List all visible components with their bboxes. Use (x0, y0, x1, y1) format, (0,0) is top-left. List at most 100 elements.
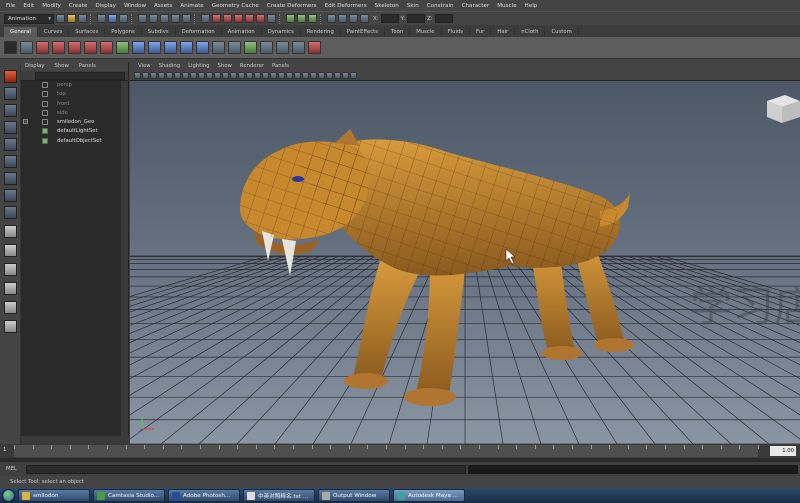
outliner-menu-show[interactable]: Show (55, 62, 69, 71)
shelf-tab-general[interactable]: General (4, 27, 38, 37)
viewport-menu-renderer[interactable]: Renderer (236, 62, 268, 71)
viewport-tool-icon[interactable] (214, 72, 221, 79)
viewport-tool-icon[interactable] (350, 72, 357, 79)
outliner-search-input[interactable] (35, 72, 125, 80)
viewport-tool-icon[interactable] (182, 72, 189, 79)
viewport-tool-icon[interactable] (158, 72, 165, 79)
y-field[interactable] (407, 14, 426, 23)
viewport-tool-icon[interactable] (174, 72, 181, 79)
view-cube[interactable] (767, 95, 800, 123)
render-settings-icon[interactable] (234, 14, 243, 23)
viewport-tool-icon[interactable] (294, 72, 301, 79)
viewport-tool-icon[interactable] (166, 72, 173, 79)
outliner-vertical-scrollbar[interactable] (121, 81, 128, 437)
viewport-menu-lighting[interactable]: Lighting (184, 62, 213, 71)
nurbs-cube-icon[interactable] (148, 41, 161, 54)
history-icon[interactable] (201, 14, 210, 23)
shelf-tab-surfaces[interactable]: Surfaces (69, 27, 106, 37)
timeline-track[interactable] (14, 445, 759, 457)
viewport-menu-view[interactable]: View (134, 62, 155, 71)
primitive-sphere-icon[interactable] (36, 41, 49, 54)
lattice-icon[interactable] (276, 41, 289, 54)
menu-set-dropdown[interactable]: Animation ▾ (4, 13, 54, 24)
save-scene-icon[interactable] (78, 14, 87, 23)
show-channel-box-icon[interactable] (308, 14, 317, 23)
viewport-tool-icon[interactable] (246, 72, 253, 79)
taskbar-button[interactable]: 中英对照释名.txt ... (243, 489, 315, 502)
outliner-menu-display[interactable]: Display (25, 62, 45, 71)
z-field[interactable] (434, 14, 453, 23)
end-frame-field[interactable]: 1.00 (770, 446, 796, 456)
shelf-tab-rendering[interactable]: Rendering (301, 27, 341, 37)
viewport-tool-icon[interactable] (230, 72, 237, 79)
smilodon-model[interactable] (239, 129, 634, 406)
ik-handle-icon[interactable] (260, 41, 273, 54)
menu-item-edit-deformers[interactable]: Edit Deformers (321, 3, 371, 9)
universal-manipulator-icon[interactable] (3, 172, 17, 185)
new-scene-icon[interactable] (56, 14, 65, 23)
light-icon[interactable] (244, 41, 257, 54)
primitive-cube-icon[interactable] (52, 41, 65, 54)
viewport-tool-icon[interactable] (334, 72, 341, 79)
cluster-icon[interactable] (292, 41, 305, 54)
viewport-menu-panels[interactable]: Panels (268, 62, 293, 71)
viewport-tool-icon[interactable] (238, 72, 245, 79)
viewport-tool-icon[interactable] (222, 72, 229, 79)
menu-item-display[interactable]: Display (91, 3, 120, 9)
viewport-tool-icon[interactable] (254, 72, 261, 79)
text-icon[interactable] (228, 41, 241, 54)
snap-point-icon[interactable] (160, 14, 169, 23)
outliner-item[interactable]: defaultLightSet (21, 127, 128, 136)
primitive-torus-icon[interactable] (116, 41, 129, 54)
outliner-menu-panels[interactable]: Panels (79, 62, 96, 71)
outliner-item[interactable]: front (21, 100, 128, 109)
render-icon[interactable] (212, 14, 221, 23)
hypershade-layout-icon[interactable] (3, 301, 17, 314)
shelf-tab-animation[interactable]: Animation (222, 27, 262, 37)
shelf-tab-subdivs[interactable]: Subdivs (142, 27, 176, 37)
hypershade-icon[interactable] (245, 14, 254, 23)
show-tool-settings-icon[interactable] (297, 14, 306, 23)
shelf-tab-fur[interactable]: Fur (470, 27, 492, 37)
shelf-tab-polygons[interactable]: Polygons (105, 27, 142, 37)
start-button[interactable] (2, 489, 15, 502)
menu-item-skin[interactable]: Skin (403, 3, 423, 9)
delete-history-icon[interactable] (308, 41, 321, 54)
taskbar-button[interactable]: Adobe Photosh... (168, 489, 240, 502)
nurbs-cone-icon[interactable] (180, 41, 193, 54)
select-tool-icon[interactable] (3, 70, 17, 83)
menu-item-file[interactable]: File (2, 3, 19, 9)
outliner-item[interactable]: persp (21, 81, 128, 90)
primitive-plane-icon[interactable] (100, 41, 113, 54)
outliner-item[interactable]: side (21, 109, 128, 118)
soft-mod-tool-icon[interactable] (3, 189, 17, 202)
viewport-menu-shading[interactable]: Shading (155, 62, 185, 71)
outliner-icon[interactable] (338, 14, 347, 23)
viewport-tool-icon[interactable] (142, 72, 149, 79)
lasso-tool-icon[interactable] (3, 87, 17, 100)
nurbs-cylinder-icon[interactable] (164, 41, 177, 54)
nurbs-sphere-icon[interactable] (132, 41, 145, 54)
sphere-tool-icon[interactable] (20, 41, 33, 54)
viewport-tool-icon[interactable] (262, 72, 269, 79)
outliner-horizontal-scrollbar[interactable] (21, 436, 129, 444)
viewport-menu-show[interactable]: Show (214, 62, 236, 71)
render-view-icon[interactable] (256, 14, 265, 23)
viewport-tool-icon[interactable] (150, 72, 157, 79)
paint-select-tool-icon[interactable] (3, 104, 17, 117)
persp-outliner-layout-icon[interactable] (3, 263, 17, 276)
menu-item-geometry-cache[interactable]: Geometry Cache (208, 3, 263, 9)
four-view-layout-icon[interactable] (3, 244, 17, 257)
graph-editor-icon[interactable] (349, 14, 358, 23)
menu-item-modify[interactable]: Modify (38, 3, 65, 9)
shelf-tab-custom[interactable]: Custom (545, 27, 579, 37)
viewport-tool-icon[interactable] (206, 72, 213, 79)
shelf-tab-dynamics[interactable]: Dynamics (262, 27, 301, 37)
snap-curve-icon[interactable] (149, 14, 158, 23)
primitive-cone-icon[interactable] (84, 41, 97, 54)
outliner-item[interactable]: defaultObjectSet (21, 137, 128, 146)
menu-item-assets[interactable]: Assets (150, 3, 176, 9)
select-hierarchy-icon[interactable] (97, 14, 106, 23)
snap-plane-icon[interactable] (171, 14, 180, 23)
persp-trax-layout-icon[interactable] (3, 320, 17, 333)
